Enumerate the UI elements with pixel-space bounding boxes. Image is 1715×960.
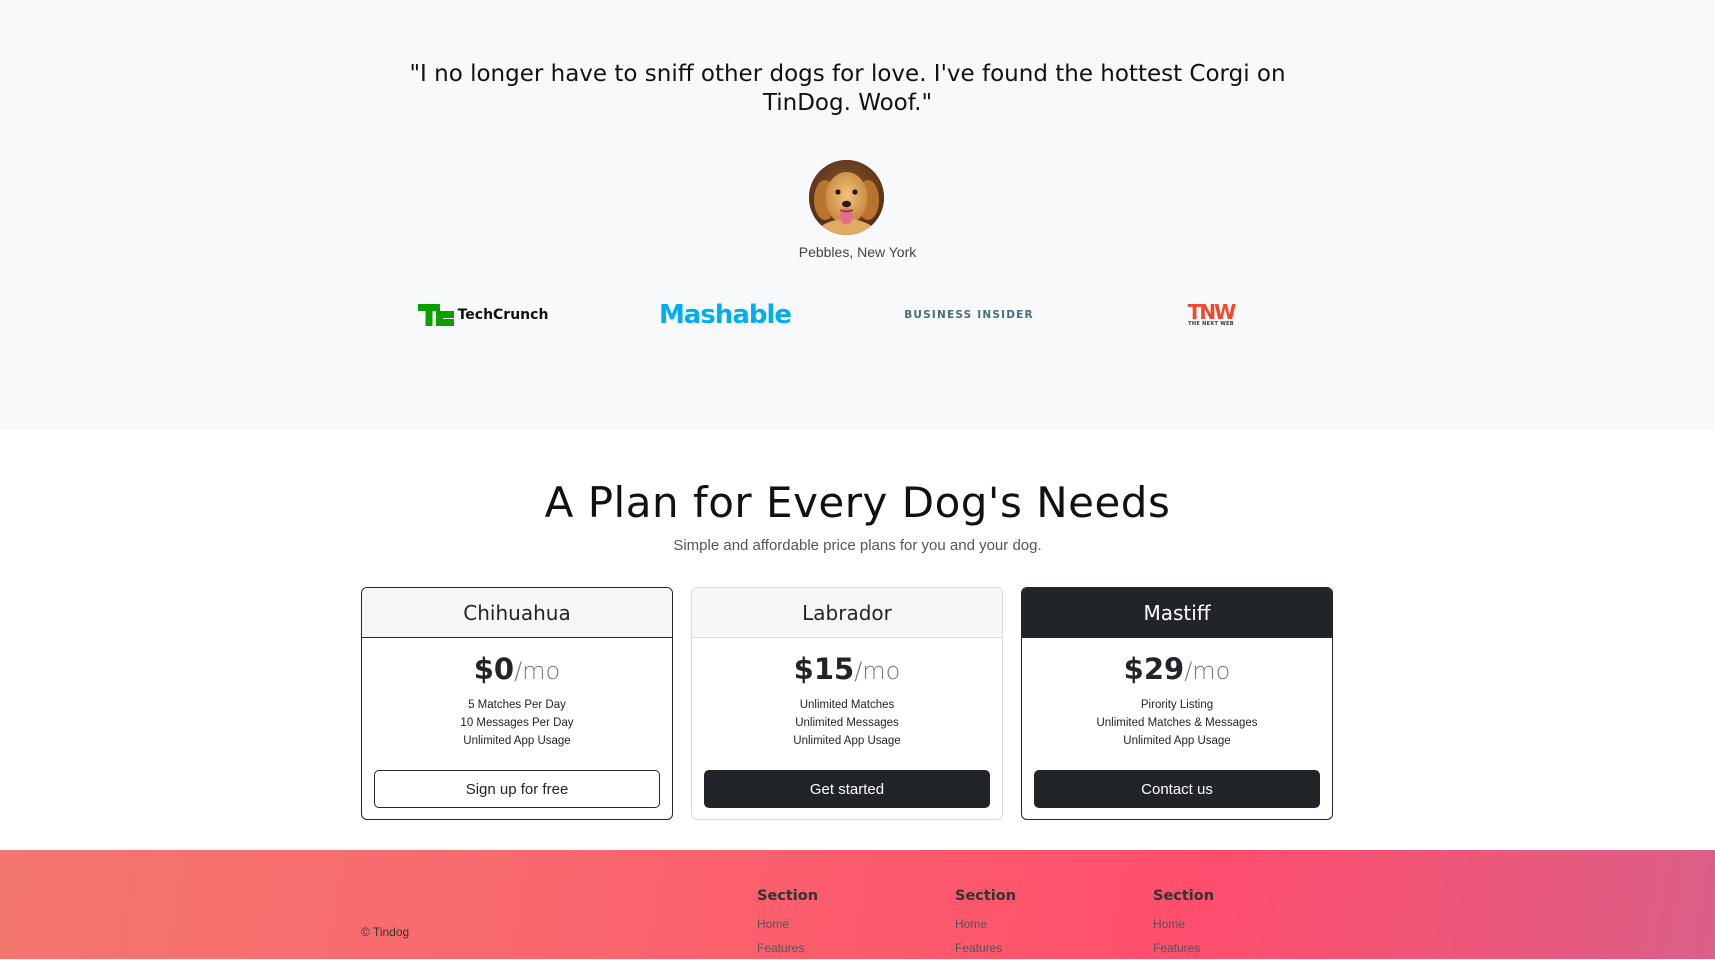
get-started-button[interactable]: Get started: [704, 770, 990, 808]
price-period: /mo: [514, 657, 561, 685]
footer-column: Section Home Features: [757, 888, 818, 960]
tnw-logo: TNW THE NEXT WEB: [1180, 290, 1242, 340]
pricing-subtitle: Simple and affordable price plans for yo…: [673, 537, 1042, 554]
feature-item: Unlimited App Usage: [793, 735, 901, 747]
techcrunch-logo: TechCrunch: [412, 290, 554, 340]
plan-card-labrador: Labrador $15/mo Unlimited Matches Unlimi…: [691, 587, 1003, 820]
plan-price: $29/mo: [1022, 652, 1332, 686]
press-logos: TechCrunch Mashable BUSINESS INSIDER TNW…: [0, 290, 1715, 340]
feature-item: Unlimited Messages: [795, 717, 899, 729]
footer: © Tindog Section Home Features Section H…: [0, 850, 1715, 959]
mashable-text: Mashable: [658, 300, 792, 330]
techcrunch-mark-icon: [417, 304, 454, 326]
feature-item: Unlimited App Usage: [1123, 735, 1231, 747]
footer-section-title: Section: [1153, 888, 1215, 904]
plan-features: Unlimited Matches Unlimited Messages Unl…: [692, 696, 1002, 750]
dog-avatar: [809, 160, 884, 235]
footer-link-home[interactable]: Home: [955, 912, 1016, 936]
business-insider-text: BUSINESS INSIDER: [904, 309, 1034, 321]
feature-item: Unlimited Matches & Messages: [1096, 717, 1258, 729]
techcrunch-text: TechCrunch: [457, 307, 549, 323]
testimonial-author: Pebbles, New York: [798, 244, 917, 260]
plan-name: Labrador: [692, 588, 1002, 638]
footer-column: Section Home Features: [1153, 888, 1214, 960]
tnw-subtitle: THE NEXT WEB: [1188, 321, 1234, 327]
golden-retriever-image: [809, 160, 884, 235]
feature-item: Unlimited Matches: [799, 699, 895, 711]
price-period: /mo: [854, 657, 901, 685]
plan-name: Chihuahua: [362, 588, 672, 638]
footer-column: Section Home Features: [955, 888, 1016, 960]
plan-price: $0/mo: [362, 652, 672, 686]
plan-features: 5 Matches Per Day 10 Messages Per Day Un…: [362, 696, 672, 750]
feature-item: 10 Messages Per Day: [460, 717, 574, 729]
sign-up-free-button[interactable]: Sign up for free: [374, 770, 660, 808]
footer-link-features[interactable]: Features: [1153, 936, 1214, 960]
feature-item: 5 Matches Per Day: [468, 699, 566, 711]
footer-section-title: Section: [955, 888, 1017, 904]
footer-link-features[interactable]: Features: [757, 936, 818, 960]
footer-link-features[interactable]: Features: [955, 936, 1016, 960]
copyright: © Tindog: [361, 925, 410, 939]
feature-item: Unlimited App Usage: [463, 735, 571, 747]
feature-item: Pirority Listing: [1140, 699, 1214, 711]
footer-link-home[interactable]: Home: [1153, 912, 1214, 936]
plan-card-mastiff: Mastiff $29/mo Pirority Listing Unlimite…: [1021, 587, 1333, 820]
price-period: /mo: [1184, 657, 1231, 685]
price-amount: $15: [793, 652, 855, 686]
price-amount: $29: [1123, 652, 1185, 686]
plan-price: $15/mo: [692, 652, 1002, 686]
tnw-text: TNW: [1187, 300, 1236, 324]
testimonial-section: "I no longer have to sniff other dogs fo…: [0, 0, 1715, 430]
plan-name: Mastiff: [1022, 588, 1332, 638]
plan-card-chihuahua: Chihuahua $0/mo 5 Matches Per Day 10 Mes…: [361, 587, 673, 820]
price-amount: $0: [473, 652, 515, 686]
footer-link-home[interactable]: Home: [757, 912, 818, 936]
footer-section-title: Section: [757, 888, 819, 904]
testimonial-quote: "I no longer have to sniff other dogs fo…: [409, 61, 1286, 116]
pricing-title: A Plan for Every Dog's Needs: [544, 478, 1171, 527]
contact-us-button[interactable]: Contact us: [1034, 770, 1320, 808]
business-insider-logo: BUSINESS INSIDER: [895, 290, 1043, 340]
mashable-logo: Mashable: [650, 290, 800, 340]
plan-features: Pirority Listing Unlimited Matches & Mes…: [1022, 696, 1332, 750]
